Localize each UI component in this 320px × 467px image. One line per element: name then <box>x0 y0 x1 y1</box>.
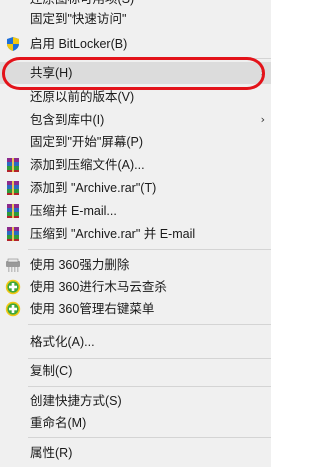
menu-item-label: 使用 360强力删除 <box>30 258 130 272</box>
menu-item-create-shortcut[interactable]: 创建快捷方式(S) <box>0 390 271 412</box>
shield-icon <box>5 36 21 52</box>
menu-item-label: 使用 360进行木马云查杀 <box>30 280 167 294</box>
menu-item-pin-start[interactable]: 固定到"开始"屏幕(P) <box>0 131 271 153</box>
chevron-right-icon: › <box>260 66 265 79</box>
menu-item-label: 创建快捷方式(S) <box>30 394 122 408</box>
menu-separator <box>28 324 271 325</box>
menu-item-label: 复制(C) <box>30 364 73 378</box>
menu-item-rename[interactable]: 重命名(M) <box>0 412 271 434</box>
menu-item-label: 重命名(M) <box>30 416 87 430</box>
menu-item-compress-email[interactable]: 压缩并 E-mail... <box>0 200 271 222</box>
shredder-icon <box>5 257 21 273</box>
menu-item-label: 固定到"快速访问" <box>30 12 127 26</box>
menu-item-format[interactable]: 格式化(A)... <box>0 331 271 353</box>
menu-item-previous-versions[interactable]: 还原以前的版本(V) <box>0 86 271 108</box>
menu-item-label: 启用 BitLocker(B) <box>30 37 128 51</box>
menu-item-copy[interactable]: 复制(C) <box>0 360 271 382</box>
menu-item-label: 使用 360管理右键菜单 <box>30 302 155 316</box>
menu-item-label: 属性(R) <box>30 446 73 460</box>
menu-separator <box>28 437 271 438</box>
menu-item-label: 格式化(A)... <box>30 335 95 349</box>
menu-item-360-delete[interactable]: 使用 360强力删除 <box>0 254 271 276</box>
menu-separator <box>28 358 271 359</box>
menu-item-share[interactable]: 共享(H) › <box>0 62 271 84</box>
context-menu: 还原图标可用项(S) 固定到"快速访问" 启用 BitLocker(B) 共享(… <box>0 0 271 467</box>
menu-item-label: 压缩到 "Archive.rar" 并 E-mail <box>30 227 196 241</box>
menu-item-include-library[interactable]: 包含到库中(I) › <box>0 109 271 131</box>
menu-item-label: 添加到压缩文件(A)... <box>30 158 145 172</box>
menu-item-360-scan[interactable]: 使用 360进行木马云查杀 <box>0 276 271 298</box>
chevron-right-icon: › <box>260 113 265 126</box>
menu-separator <box>28 58 271 59</box>
360-plus-icon <box>5 301 21 317</box>
menu-item-label: 共享(H) <box>30 66 73 80</box>
winrar-icon <box>5 157 21 173</box>
menu-item-add-archive-rar[interactable]: 添加到 "Archive.rar"(T) <box>0 177 271 199</box>
menu-separator <box>28 386 271 387</box>
menu-item-label: 包含到库中(I) <box>30 113 105 127</box>
menu-item-label: 固定到"开始"屏幕(P) <box>30 135 144 149</box>
winrar-icon <box>5 180 21 196</box>
menu-item-label: 压缩并 E-mail... <box>30 204 117 218</box>
menu-item-360-manage[interactable]: 使用 360管理右键菜单 <box>0 298 271 320</box>
menu-item-add-archive[interactable]: 添加到压缩文件(A)... <box>0 154 271 176</box>
menu-item-properties[interactable]: 属性(R) <box>0 442 271 464</box>
menu-item-compress-rar-email[interactable]: 压缩到 "Archive.rar" 并 E-mail <box>0 223 271 245</box>
menu-item-bitlocker[interactable]: 启用 BitLocker(B) <box>0 33 271 55</box>
menu-separator <box>28 249 271 250</box>
menu-item-label: 还原以前的版本(V) <box>30 90 135 104</box>
menu-item-label: 添加到 "Archive.rar"(T) <box>30 181 157 195</box>
winrar-icon <box>5 226 21 242</box>
360-plus-icon <box>5 279 21 295</box>
menu-item-pin-quick-access[interactable]: 固定到"快速访问" <box>0 8 271 30</box>
winrar-icon <box>5 203 21 219</box>
